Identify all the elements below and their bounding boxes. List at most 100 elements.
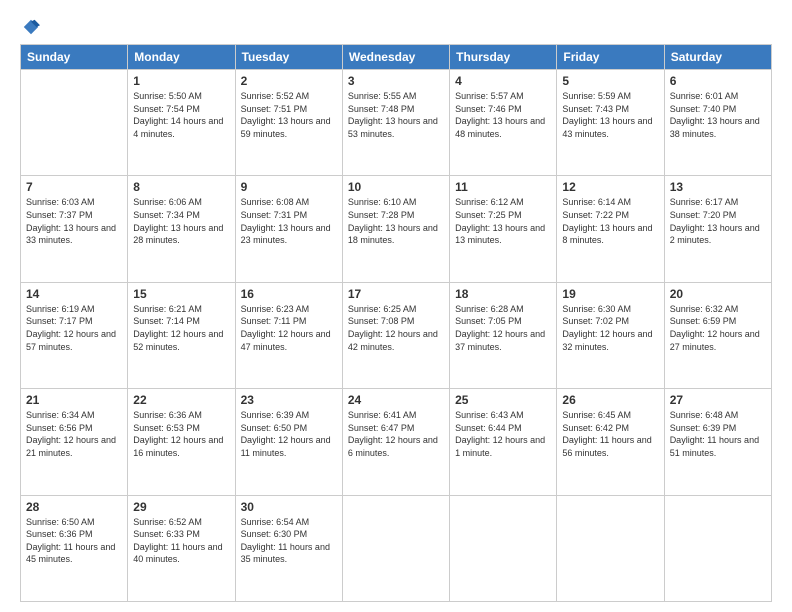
calendar-week-1: 1 Sunrise: 5:50 AMSunset: 7:54 PMDaylight… [21, 70, 772, 176]
calendar-cell: 9 Sunrise: 6:08 AMSunset: 7:31 PMDaylight… [235, 176, 342, 282]
calendar-cell: 13 Sunrise: 6:17 AMSunset: 7:20 PMDayligh… [664, 176, 771, 282]
day-info: Sunrise: 6:21 AMSunset: 7:14 PMDaylight:… [133, 303, 229, 353]
calendar-cell [450, 495, 557, 601]
day-info: Sunrise: 6:45 AMSunset: 6:42 PMDaylight:… [562, 409, 658, 459]
calendar-cell: 17Sunrise: 6:25 AMSunset: 7:08 PMDayligh… [342, 282, 449, 388]
day-number: 6 [670, 74, 766, 88]
page: SundayMondayTuesdayWednesdayThursdayFrid… [0, 0, 792, 612]
day-number: 4 [455, 74, 551, 88]
day-number: 15 [133, 287, 229, 301]
day-number: 1 [133, 74, 229, 88]
day-info: Sunrise: 6:10 AMSunset: 7:28 PMDaylight:… [348, 196, 444, 246]
day-info: Sunrise: 6:06 AMSunset: 7:34 PMDaylight:… [133, 196, 229, 246]
day-info: Sunrise: 5:50 AMSunset: 7:54 PMDaylight:… [133, 90, 229, 140]
calendar-week-3: 14 Sunrise: 6:19 AMSunset: 7:17 PMDayligh… [21, 282, 772, 388]
day-info: Sunrise: 6:28 AMSunset: 7:05 PMDaylight:… [455, 303, 551, 353]
calendar-cell [21, 70, 128, 176]
calendar-cell: 15 Sunrise: 6:21 AMSunset: 7:14 PMDayligh… [128, 282, 235, 388]
day-number: 14 [26, 287, 122, 301]
day-number: 10 [348, 180, 444, 194]
day-info: Sunrise: 6:03 AMSunset: 7:37 PMDaylight:… [26, 196, 122, 246]
calendar-cell: 5 Sunrise: 5:59 AMSunset: 7:43 PMDaylight… [557, 70, 664, 176]
calendar-cell: 11Sunrise: 6:12 AMSunset: 7:25 PMDayligh… [450, 176, 557, 282]
calendar-cell: 25 Sunrise: 6:43 AMSunset: 6:44 PMDayligh… [450, 389, 557, 495]
calendar-cell: 28 Sunrise: 6:50 AMSunset: 6:36 PMDayligh… [21, 495, 128, 601]
calendar-header-friday: Friday [557, 45, 664, 70]
day-number: 22 [133, 393, 229, 407]
calendar-cell [557, 495, 664, 601]
calendar-header-monday: Monday [128, 45, 235, 70]
calendar-cell: 19 Sunrise: 6:30 AMSunset: 7:02 PMDayligh… [557, 282, 664, 388]
day-info: Sunrise: 5:52 AMSunset: 7:51 PMDaylight:… [241, 90, 337, 140]
calendar-cell: 8 Sunrise: 6:06 AMSunset: 7:34 PMDaylight… [128, 176, 235, 282]
logo-icon [22, 18, 40, 36]
day-number: 21 [26, 393, 122, 407]
day-info: Sunrise: 6:01 AMSunset: 7:40 PMDaylight:… [670, 90, 766, 140]
calendar-header-row: SundayMondayTuesdayWednesdayThursdayFrid… [21, 45, 772, 70]
calendar-table: SundayMondayTuesdayWednesdayThursdayFrid… [20, 44, 772, 602]
calendar-week-5: 28 Sunrise: 6:50 AMSunset: 6:36 PMDayligh… [21, 495, 772, 601]
calendar-cell: 10 Sunrise: 6:10 AMSunset: 7:28 PMDayligh… [342, 176, 449, 282]
day-number: 3 [348, 74, 444, 88]
day-info: Sunrise: 5:55 AMSunset: 7:48 PMDaylight:… [348, 90, 444, 140]
calendar-header-saturday: Saturday [664, 45, 771, 70]
day-number: 12 [562, 180, 658, 194]
day-number: 2 [241, 74, 337, 88]
calendar-week-4: 21 Sunrise: 6:34 AMSunset: 6:56 PMDayligh… [21, 389, 772, 495]
calendar-cell: 22 Sunrise: 6:36 AMSunset: 6:53 PMDayligh… [128, 389, 235, 495]
calendar-cell [664, 495, 771, 601]
calendar-cell: 12Sunrise: 6:14 AMSunset: 7:22 PMDayligh… [557, 176, 664, 282]
calendar-cell: 27Sunrise: 6:48 AMSunset: 6:39 PMDayligh… [664, 389, 771, 495]
day-info: Sunrise: 6:25 AMSunset: 7:08 PMDaylight:… [348, 303, 444, 353]
day-number: 23 [241, 393, 337, 407]
calendar-header-wednesday: Wednesday [342, 45, 449, 70]
day-info: Sunrise: 6:43 AMSunset: 6:44 PMDaylight:… [455, 409, 551, 459]
day-number: 27 [670, 393, 766, 407]
day-number: 18 [455, 287, 551, 301]
calendar-cell: 21 Sunrise: 6:34 AMSunset: 6:56 PMDayligh… [21, 389, 128, 495]
day-info: Sunrise: 6:08 AMSunset: 7:31 PMDaylight:… [241, 196, 337, 246]
day-info: Sunrise: 6:17 AMSunset: 7:20 PMDaylight:… [670, 196, 766, 246]
calendar-header-thursday: Thursday [450, 45, 557, 70]
day-info: Sunrise: 5:57 AMSunset: 7:46 PMDaylight:… [455, 90, 551, 140]
day-info: Sunrise: 6:52 AMSunset: 6:33 PMDaylight:… [133, 516, 229, 566]
day-number: 28 [26, 500, 122, 514]
day-info: Sunrise: 6:36 AMSunset: 6:53 PMDaylight:… [133, 409, 229, 459]
day-info: Sunrise: 6:19 AMSunset: 7:17 PMDaylight:… [26, 303, 122, 353]
calendar-week-2: 7 Sunrise: 6:03 AMSunset: 7:37 PMDaylight… [21, 176, 772, 282]
calendar-cell: 14 Sunrise: 6:19 AMSunset: 7:17 PMDayligh… [21, 282, 128, 388]
calendar-cell: 4 Sunrise: 5:57 AMSunset: 7:46 PMDaylight… [450, 70, 557, 176]
day-number: 13 [670, 180, 766, 194]
calendar-cell: 23Sunrise: 6:39 AMSunset: 6:50 PMDayligh… [235, 389, 342, 495]
calendar-cell: 16 Sunrise: 6:23 AMSunset: 7:11 PMDayligh… [235, 282, 342, 388]
logo [20, 18, 40, 36]
day-number: 9 [241, 180, 337, 194]
calendar-cell: 7 Sunrise: 6:03 AMSunset: 7:37 PMDaylight… [21, 176, 128, 282]
day-info: Sunrise: 6:32 AMSunset: 6:59 PMDaylight:… [670, 303, 766, 353]
day-info: Sunrise: 5:59 AMSunset: 7:43 PMDaylight:… [562, 90, 658, 140]
day-number: 5 [562, 74, 658, 88]
calendar-cell [342, 495, 449, 601]
day-number: 19 [562, 287, 658, 301]
day-number: 26 [562, 393, 658, 407]
calendar-cell: 6 Sunrise: 6:01 AMSunset: 7:40 PMDaylight… [664, 70, 771, 176]
calendar-cell: 2 Sunrise: 5:52 AMSunset: 7:51 PMDaylight… [235, 70, 342, 176]
day-info: Sunrise: 6:34 AMSunset: 6:56 PMDaylight:… [26, 409, 122, 459]
calendar-header-sunday: Sunday [21, 45, 128, 70]
day-number: 7 [26, 180, 122, 194]
day-number: 24 [348, 393, 444, 407]
calendar-body: 1 Sunrise: 5:50 AMSunset: 7:54 PMDaylight… [21, 70, 772, 602]
day-number: 16 [241, 287, 337, 301]
calendar-cell: 26 Sunrise: 6:45 AMSunset: 6:42 PMDayligh… [557, 389, 664, 495]
calendar-cell: 18 Sunrise: 6:28 AMSunset: 7:05 PMDayligh… [450, 282, 557, 388]
day-info: Sunrise: 6:23 AMSunset: 7:11 PMDaylight:… [241, 303, 337, 353]
calendar-cell: 30Sunrise: 6:54 AMSunset: 6:30 PMDayligh… [235, 495, 342, 601]
day-info: Sunrise: 6:50 AMSunset: 6:36 PMDaylight:… [26, 516, 122, 566]
calendar-cell: 1 Sunrise: 5:50 AMSunset: 7:54 PMDaylight… [128, 70, 235, 176]
day-number: 29 [133, 500, 229, 514]
day-info: Sunrise: 6:12 AMSunset: 7:25 PMDaylight:… [455, 196, 551, 246]
day-number: 8 [133, 180, 229, 194]
day-number: 25 [455, 393, 551, 407]
day-info: Sunrise: 6:41 AMSunset: 6:47 PMDaylight:… [348, 409, 444, 459]
day-info: Sunrise: 6:30 AMSunset: 7:02 PMDaylight:… [562, 303, 658, 353]
